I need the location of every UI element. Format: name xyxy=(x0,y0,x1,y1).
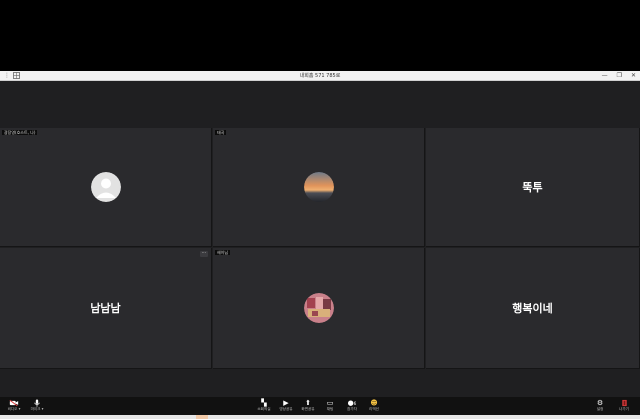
chat-icon: ▭ xyxy=(326,399,334,407)
zoom-window: ⋮ 내회홈 571 785로 — ❐ ✕ 광장영(호스트, 나) 태곡 뚝투 ⋯… xyxy=(0,0,640,419)
microphone-icon xyxy=(34,399,40,407)
participant-count: 6 xyxy=(353,401,357,406)
video-off-icon xyxy=(9,399,19,407)
video-grid: 광장영(호스트, 나) 태곡 뚝투 ⋯ 남남남 헤이님 행복이네 xyxy=(0,81,640,397)
default-avatar-icon xyxy=(90,172,121,202)
video-share-button[interactable]: ▶ 영상공유 xyxy=(274,399,298,412)
restore-icon[interactable]: ❐ xyxy=(617,71,622,80)
screen-share-button[interactable]: ⬆ 화면공유 xyxy=(296,399,320,412)
window-title: 내회홈 571 785로 xyxy=(299,73,341,79)
participant-tile[interactable]: 태곡 xyxy=(213,128,425,247)
participant-tile[interactable]: 행복이네 xyxy=(426,248,640,369)
reaction-button[interactable]: ☻ 리액션 xyxy=(362,399,386,412)
gear-icon: ⚙ xyxy=(596,399,604,407)
participants-button[interactable]: ●6 참가자 xyxy=(340,399,364,412)
participant-tile[interactable]: 뚝투 xyxy=(426,128,640,247)
participant-tile[interactable]: ⋯ 남남남 xyxy=(0,248,212,369)
chat-button[interactable]: ▭ 채팅 xyxy=(318,399,342,412)
video-button[interactable]: 비디오 ▾ xyxy=(2,399,26,412)
more-options-icon[interactable]: ⋯ xyxy=(200,251,208,257)
exit-button[interactable]: 나가기 xyxy=(612,399,636,412)
breakout-rooms-button[interactable]: ▚ 소회의실 xyxy=(252,399,276,412)
meeting-controls: 비디오 ▾ 마이크 ▾ ▚ 소회의실 ▶ 영상공유 ⬆ 화면공유 ▭ 채팅 ●6… xyxy=(0,397,640,415)
photo-avatar-icon xyxy=(303,293,334,323)
video-share-icon: ▶ xyxy=(283,399,289,407)
taskbar-tab[interactable] xyxy=(196,415,208,419)
participant-name-tag: 태곡 xyxy=(215,130,227,135)
minimize-icon[interactable]: — xyxy=(602,71,608,80)
exit-icon xyxy=(621,399,627,407)
microphone-button[interactable]: 마이크 ▾ xyxy=(25,399,49,412)
sunset-avatar-icon xyxy=(303,172,334,202)
breakout-rooms-icon: ▚ xyxy=(261,399,267,407)
taskbar-strip xyxy=(0,415,640,419)
title-bar: ⋮ 내회홈 571 785로 — ❐ ✕ xyxy=(0,71,640,81)
reaction-icon: ☻ xyxy=(370,399,378,407)
screen-share-icon: ⬆ xyxy=(305,399,311,407)
participant-name-tag: 광장영(호스트, 나) xyxy=(2,130,38,135)
participant-name-tag: 헤이님 xyxy=(215,250,231,255)
participant-tile[interactable]: 헤이님 xyxy=(213,248,425,369)
participants-icon: ●6 xyxy=(347,399,357,407)
participant-name: 행복이네 xyxy=(512,302,553,315)
participant-tile[interactable]: 광장영(호스트, 나) xyxy=(0,128,212,247)
participant-name: 뚝투 xyxy=(522,181,543,194)
close-icon[interactable]: ✕ xyxy=(631,71,636,80)
participant-name: 남남남 xyxy=(90,302,121,315)
settings-button[interactable]: ⚙ 설정 xyxy=(588,399,612,412)
